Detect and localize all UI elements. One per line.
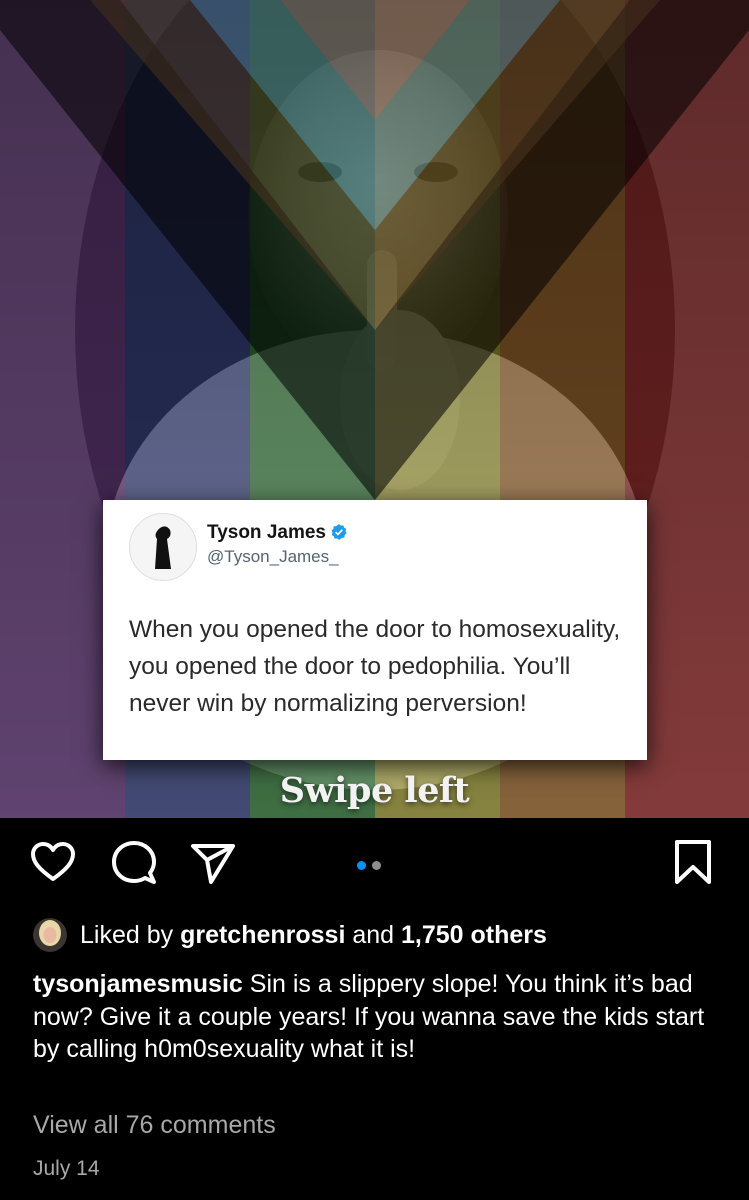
like-button[interactable] xyxy=(29,838,77,891)
tweet-avatar xyxy=(129,513,197,581)
verified-badge-icon xyxy=(331,524,347,540)
likes-count[interactable]: 1,750 others xyxy=(401,921,547,949)
swipe-left-overlay-text: Swipe left xyxy=(279,770,470,811)
heart-icon xyxy=(31,842,75,881)
save-button[interactable] xyxy=(672,838,714,891)
paper-plane-icon xyxy=(191,844,235,884)
likes-middle: and xyxy=(345,921,402,949)
likes-prefix: Liked by xyxy=(80,921,181,949)
liker-username[interactable]: gretchenrossi xyxy=(180,921,345,949)
post-date: July 14 xyxy=(33,1157,100,1180)
caption-username[interactable]: tysonjamesmusic xyxy=(33,970,243,998)
bookmark-icon xyxy=(675,840,711,884)
carousel-dot xyxy=(372,861,381,870)
comment-button[interactable] xyxy=(110,838,158,891)
carousel-dot-active xyxy=(357,861,366,870)
post-image[interactable]: Tyson James @Tyson_James_ When you opene… xyxy=(0,0,749,818)
likes-text: Liked by gretchenrossi and 1,750 others xyxy=(80,921,547,950)
view-all-comments-link[interactable]: View all 76 comments xyxy=(33,1111,276,1140)
tweet-text: When you opened the door to homosexualit… xyxy=(129,616,621,717)
tweet-author-name: Tyson James xyxy=(207,522,348,544)
liker-avatar[interactable] xyxy=(33,918,67,952)
tweet-card: Tyson James @Tyson_James_ When you opene… xyxy=(103,500,647,760)
silhouette-icon xyxy=(130,514,196,580)
tweet-handle: @Tyson_James_ xyxy=(207,547,339,566)
share-button[interactable] xyxy=(189,838,237,891)
comment-bubble-icon xyxy=(112,841,156,884)
avatar xyxy=(33,918,67,952)
post-caption: tysonjamesmusic Sin is a slippery slope!… xyxy=(33,968,723,1066)
carousel-indicator xyxy=(357,857,387,875)
